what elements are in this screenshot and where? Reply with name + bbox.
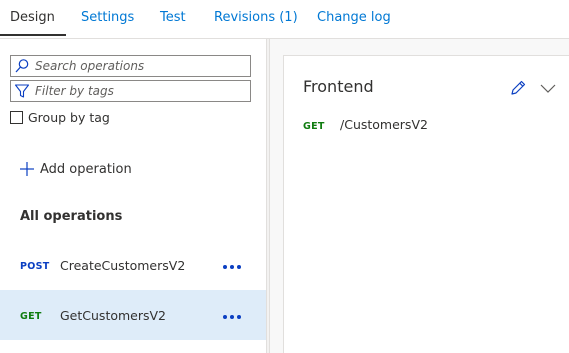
add-operation-button[interactable]: Add operation (19, 160, 132, 178)
pencil-icon[interactable] (509, 79, 527, 97)
tab-bar: Design Settings Test Revisions (1) Chang… (0, 0, 569, 38)
operation-method-badge: POST (20, 261, 50, 272)
more-options-icon[interactable] (222, 312, 242, 322)
tab-settings[interactable]: Settings (81, 0, 134, 38)
operation-method-badge: GET (20, 311, 42, 322)
group-by-tag-checkbox[interactable] (10, 110, 23, 124)
filter-by-tags-input[interactable] (35, 81, 249, 101)
add-operation-label: Add operation (40, 161, 132, 177)
frontend-url-path: /CustomersV2 (340, 117, 428, 132)
filter-by-tags-field[interactable] (10, 80, 251, 102)
operations-pane: Group by tag Add operation All operation… (0, 39, 266, 353)
more-options-icon[interactable] (222, 262, 242, 272)
tab-test[interactable]: Test (160, 0, 186, 38)
api-operations-designer: Design Settings Test Revisions (1) Chang… (0, 0, 569, 353)
operation-row[interactable]: POST CreateCustomersV2 (0, 240, 266, 290)
plus-icon (20, 162, 34, 176)
search-operations-input[interactable] (35, 56, 249, 76)
search-operations-field[interactable] (10, 55, 251, 77)
all-operations-heading: All operations (20, 209, 123, 224)
chevron-down-icon[interactable] (539, 80, 557, 96)
tab-change-log[interactable]: Change log (317, 0, 391, 38)
operation-row[interactable]: GET GetCustomersV2 (0, 290, 266, 340)
active-tab-indicator (0, 34, 66, 36)
tab-revisions[interactable]: Revisions (1) (214, 0, 298, 38)
group-by-tag-label: Group by tag (28, 109, 110, 125)
group-by-tag-row: Group by tag (10, 109, 110, 125)
frontend-title: Frontend (303, 77, 374, 96)
tab-design[interactable]: Design (10, 0, 55, 38)
operation-name: CreateCustomersV2 (60, 258, 186, 273)
search-icon (15, 59, 29, 73)
operation-name: GetCustomersV2 (60, 308, 167, 323)
filter-icon (14, 84, 30, 98)
frontend-card (283, 55, 569, 353)
frontend-method-badge: GET (303, 121, 325, 132)
